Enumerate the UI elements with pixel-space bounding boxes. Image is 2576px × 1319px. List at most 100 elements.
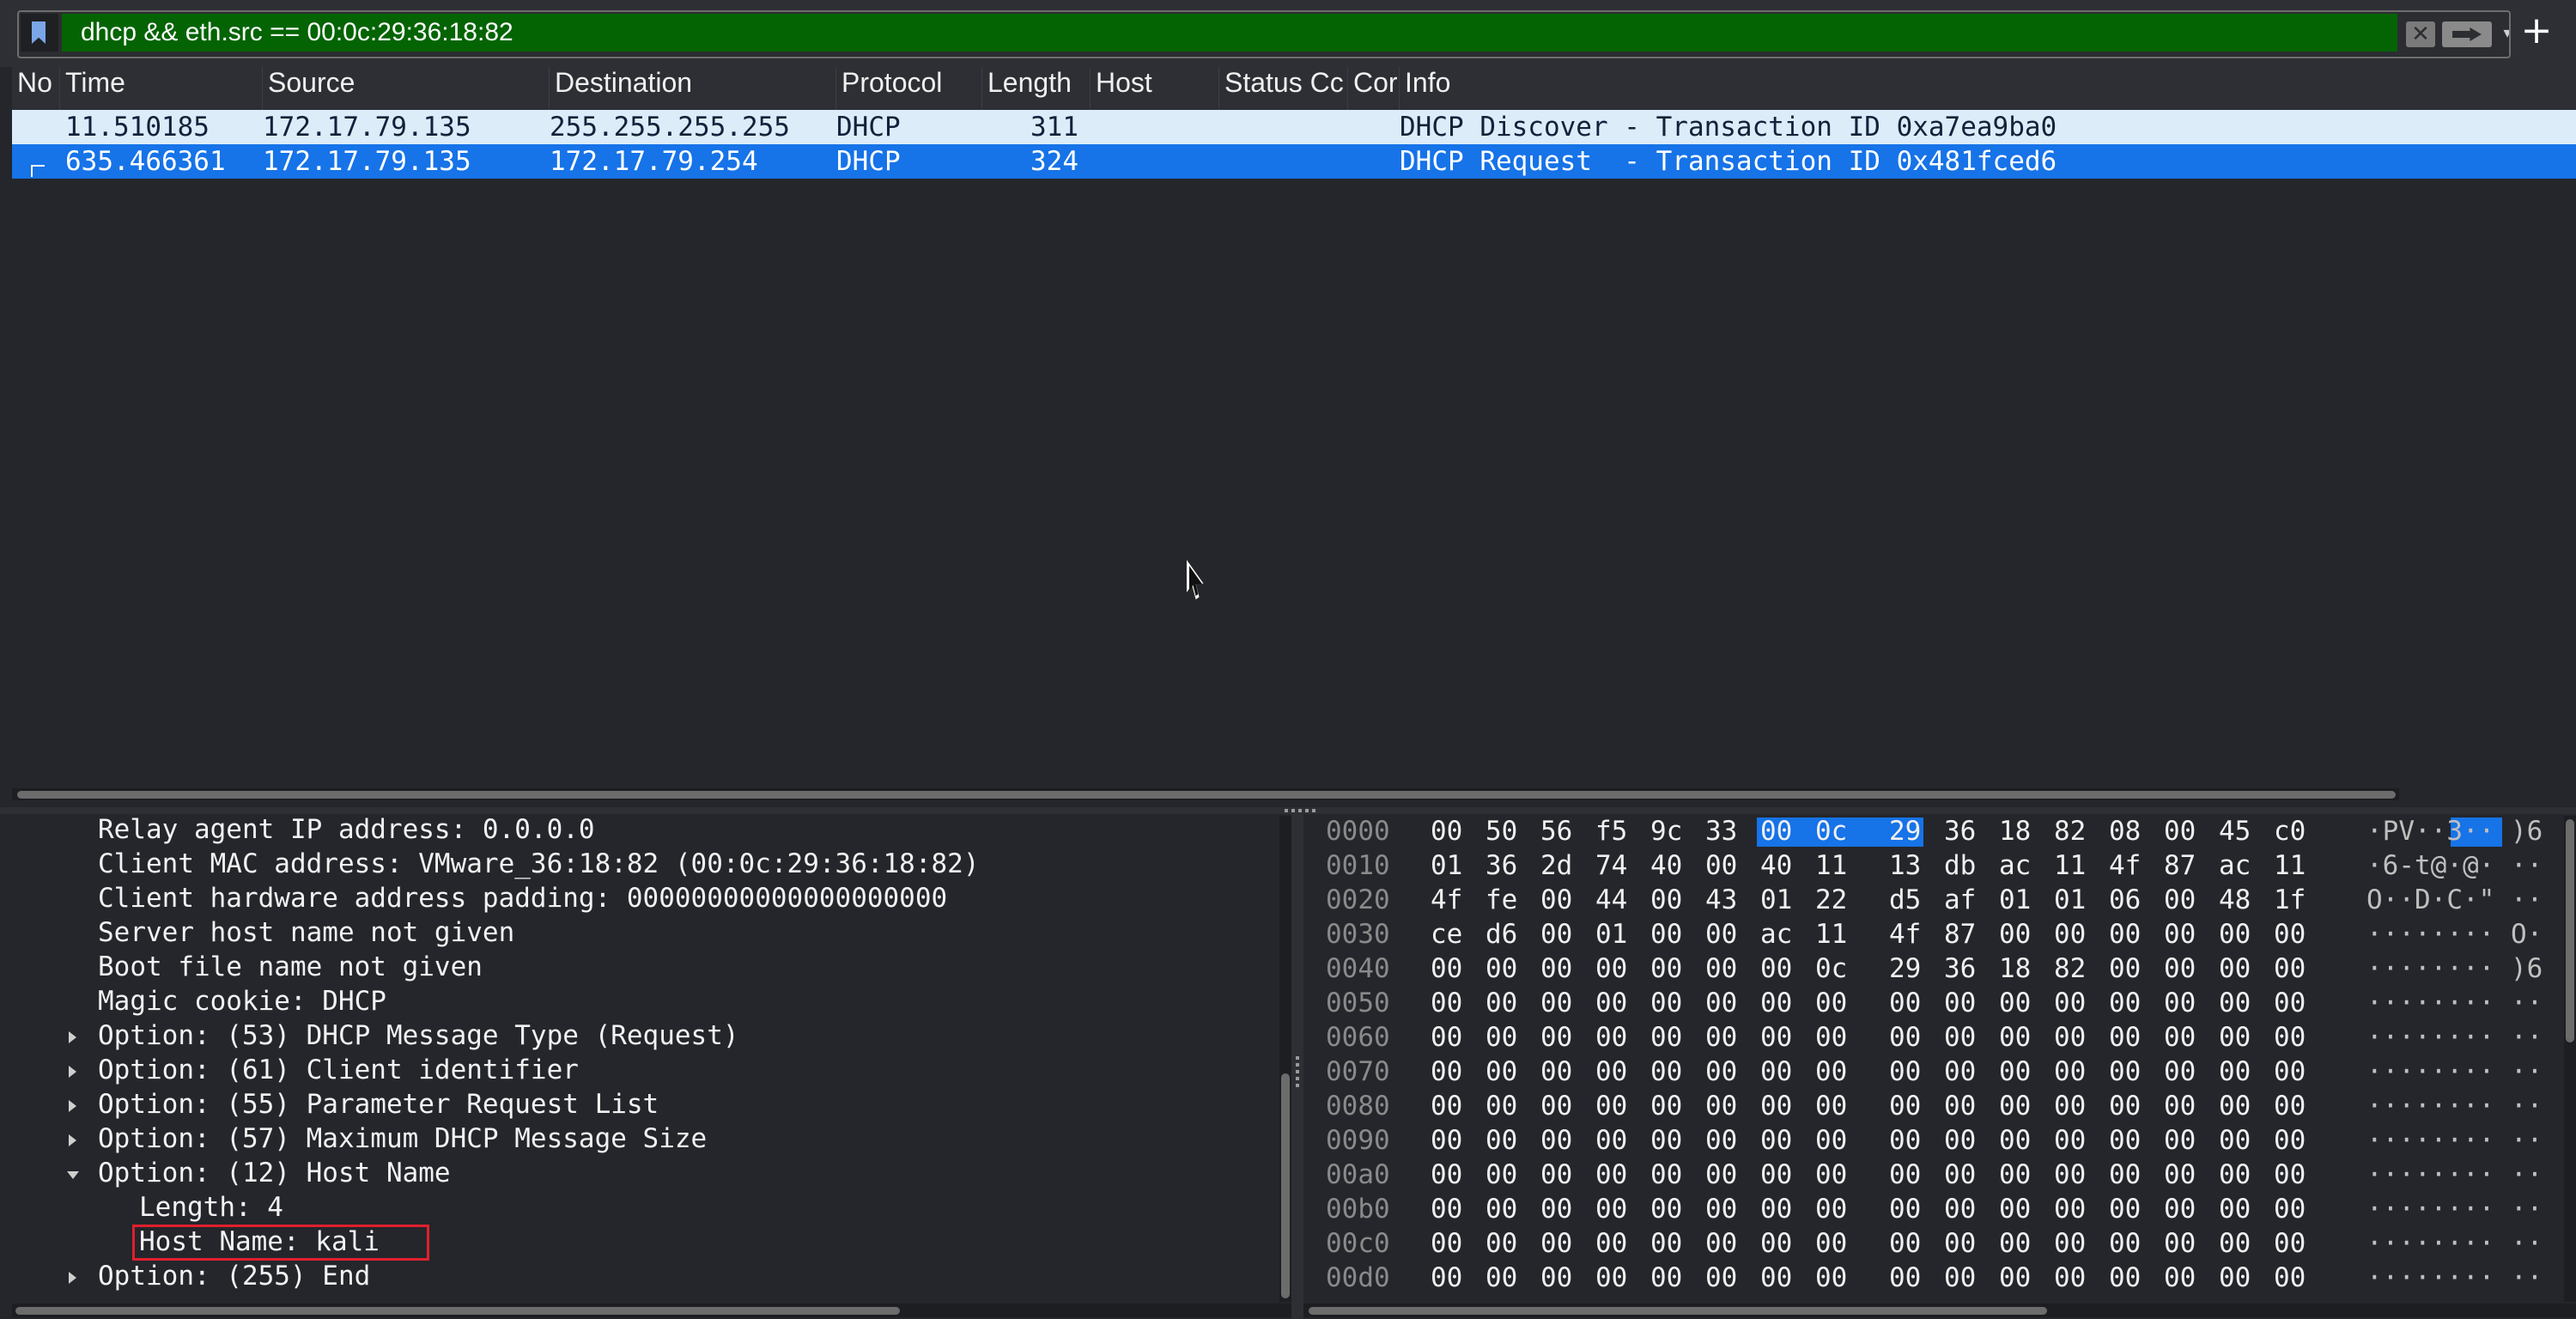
hex-byte[interactable]: 00	[2164, 883, 2196, 917]
hex-byte[interactable]: 00	[1889, 986, 1921, 1020]
hex-byte[interactable]: 00	[2109, 917, 2141, 951]
hex-byte[interactable]: 00	[1705, 848, 1737, 883]
hex-byte[interactable]: 00	[1650, 1020, 1682, 1055]
details-vertical-scrollbar[interactable]	[1279, 816, 1291, 1302]
hex-byte[interactable]: 00	[2164, 814, 2196, 848]
hex-byte[interactable]: 00	[1944, 1020, 1976, 1055]
hex-byte[interactable]: af	[1944, 883, 1976, 917]
pane-splitter-vertical[interactable]	[1291, 814, 1303, 1319]
hex-byte[interactable]: 1f	[2274, 883, 2306, 917]
expand-arrow-icon[interactable]	[69, 1100, 76, 1112]
hex-byte[interactable]: 00	[2164, 1123, 2196, 1158]
hex-byte[interactable]: 00	[2164, 1020, 2196, 1055]
hex-byte[interactable]: 00	[2274, 1158, 2306, 1192]
hex-byte[interactable]: 00	[2219, 1123, 2251, 1158]
tree-item-length[interactable]: Length: 4	[139, 1192, 283, 1226]
hex-byte[interactable]: 00	[2054, 1226, 2086, 1261]
hex-byte[interactable]: 00	[1485, 1055, 1517, 1089]
hex-byte[interactable]: 00	[1705, 1089, 1737, 1123]
hex-byte[interactable]: 00	[1760, 1123, 1792, 1158]
ascii-dump[interactable]: ········ ··	[2366, 1020, 2543, 1055]
hex-byte[interactable]: 00	[2109, 1158, 2141, 1192]
hex-byte[interactable]: 00	[1595, 1055, 1627, 1089]
tree-item-option-12[interactable]: Option: (12) Host Name	[98, 1158, 451, 1192]
tree-item[interactable]: Magic cookie: DHCP	[98, 986, 386, 1020]
hex-byte[interactable]: 00	[1889, 1158, 1921, 1192]
scrollbar-thumb[interactable]	[17, 791, 2396, 799]
ascii-dump[interactable]: O··D·C·" ··	[2366, 883, 2543, 917]
hex-byte[interactable]: 00	[1431, 986, 1462, 1020]
hex-byte[interactable]: 00	[1760, 814, 1792, 848]
hex-byte[interactable]: 00	[1760, 1226, 1792, 1261]
filter-bookmark-button[interactable]	[21, 14, 58, 52]
hex-byte[interactable]: 00	[1705, 917, 1737, 951]
hex-byte[interactable]: 00	[2054, 1055, 2086, 1089]
hex-byte[interactable]: 00	[1760, 1261, 1792, 1295]
hex-byte[interactable]: 00	[1944, 1261, 1976, 1295]
hex-byte[interactable]: 50	[1485, 814, 1517, 848]
apply-filter-button[interactable]	[2442, 21, 2492, 47]
hex-byte[interactable]: 00	[1999, 1158, 2031, 1192]
hex-byte[interactable]: 00	[2219, 917, 2251, 951]
hex-byte[interactable]: d6	[1485, 917, 1517, 951]
hex-byte[interactable]: 00	[1944, 1158, 1976, 1192]
column-header-no[interactable]: No	[12, 67, 60, 110]
hex-byte[interactable]: 00	[1595, 1192, 1627, 1226]
recent-filters-dropdown[interactable]: ▾	[2497, 19, 2509, 48]
hex-byte[interactable]: ac	[1999, 848, 2031, 883]
hex-byte[interactable]: 00	[1889, 1123, 1921, 1158]
hex-byte[interactable]: 00	[2109, 1055, 2141, 1089]
hex-byte[interactable]: 00	[1431, 1261, 1462, 1295]
hex-byte[interactable]: 4f	[2109, 848, 2141, 883]
hex-byte[interactable]: 00	[1889, 1089, 1921, 1123]
hex-byte[interactable]: 00	[1760, 951, 1792, 986]
hex-byte[interactable]: 00	[2219, 1192, 2251, 1226]
hex-dump-row[interactable]: 0010 01 36 2d 74 40 00 40 11 13 db ac 11 4f 87 ac 11·6-t…	[1303, 848, 2576, 883]
display-filter-input[interactable]	[62, 14, 2397, 52]
hex-byte[interactable]: 13	[1889, 848, 1921, 883]
hex-byte[interactable]: 01	[1999, 883, 2031, 917]
hex-byte[interactable]: 00	[1650, 1158, 1682, 1192]
hex-byte[interactable]: 00	[2219, 1226, 2251, 1261]
hex-byte[interactable]: 87	[1944, 917, 1976, 951]
expand-arrow-icon[interactable]	[69, 1066, 76, 1078]
hex-byte[interactable]: 00	[1540, 1020, 1572, 1055]
hex-byte[interactable]: 00	[1650, 917, 1682, 951]
hex-byte[interactable]: 00	[1595, 1123, 1627, 1158]
hex-byte[interactable]: 00	[1595, 1089, 1627, 1123]
tree-item[interactable]: Relay agent IP address: 0.0.0.0	[98, 814, 595, 848]
hex-byte[interactable]: 00	[1944, 1089, 1976, 1123]
hex-byte[interactable]: 00	[1595, 1158, 1627, 1192]
hex-byte[interactable]: 00	[2164, 1055, 2196, 1089]
ascii-dump[interactable]: ········ ··	[2366, 1226, 2543, 1261]
hex-byte[interactable]: 44	[1595, 883, 1627, 917]
column-header-destination[interactable]: Destination	[550, 67, 836, 110]
hex-byte[interactable]: 01	[1595, 917, 1627, 951]
tree-item-option-53[interactable]: Option: (53) DHCP Message Type (Request)	[98, 1020, 739, 1055]
hex-byte[interactable]: 00	[1815, 1158, 1847, 1192]
hex-byte[interactable]: 00	[1815, 1123, 1847, 1158]
hex-byte[interactable]: 00	[2054, 1261, 2086, 1295]
hex-byte[interactable]: 11	[2054, 848, 2086, 883]
hex-byte[interactable]: 00	[1889, 1261, 1921, 1295]
hex-byte[interactable]: 00	[1889, 1020, 1921, 1055]
hex-byte[interactable]: db	[1944, 848, 1976, 883]
hex-byte[interactable]: 4f	[1431, 883, 1462, 917]
hex-byte[interactable]: 00	[1540, 1158, 1572, 1192]
hex-byte[interactable]: 29	[1889, 814, 1921, 848]
hex-byte[interactable]: c0	[2274, 814, 2306, 848]
hex-byte[interactable]: 87	[2164, 848, 2196, 883]
hex-byte[interactable]: 00	[1999, 1261, 2031, 1295]
column-header-time[interactable]: Time	[60, 67, 263, 110]
hex-byte[interactable]: 00	[2219, 1158, 2251, 1192]
hex-byte[interactable]: 00	[1944, 1226, 1976, 1261]
hex-byte[interactable]: 00	[1431, 814, 1462, 848]
hex-byte[interactable]: 00	[2164, 986, 2196, 1020]
hex-byte[interactable]: ac	[2219, 848, 2251, 883]
hex-byte[interactable]: 00	[1650, 1055, 1682, 1089]
hex-byte[interactable]: 00	[1540, 1261, 1572, 1295]
expand-arrow-icon[interactable]	[69, 1134, 76, 1146]
hex-byte[interactable]: 00	[1485, 1261, 1517, 1295]
hex-byte[interactable]: ac	[1760, 917, 1792, 951]
hex-dump-row[interactable]: 0070 00 00 00 00 00 00 00 00 00 00 00 00 00 00 00 00 ····…	[1303, 1055, 2576, 1089]
